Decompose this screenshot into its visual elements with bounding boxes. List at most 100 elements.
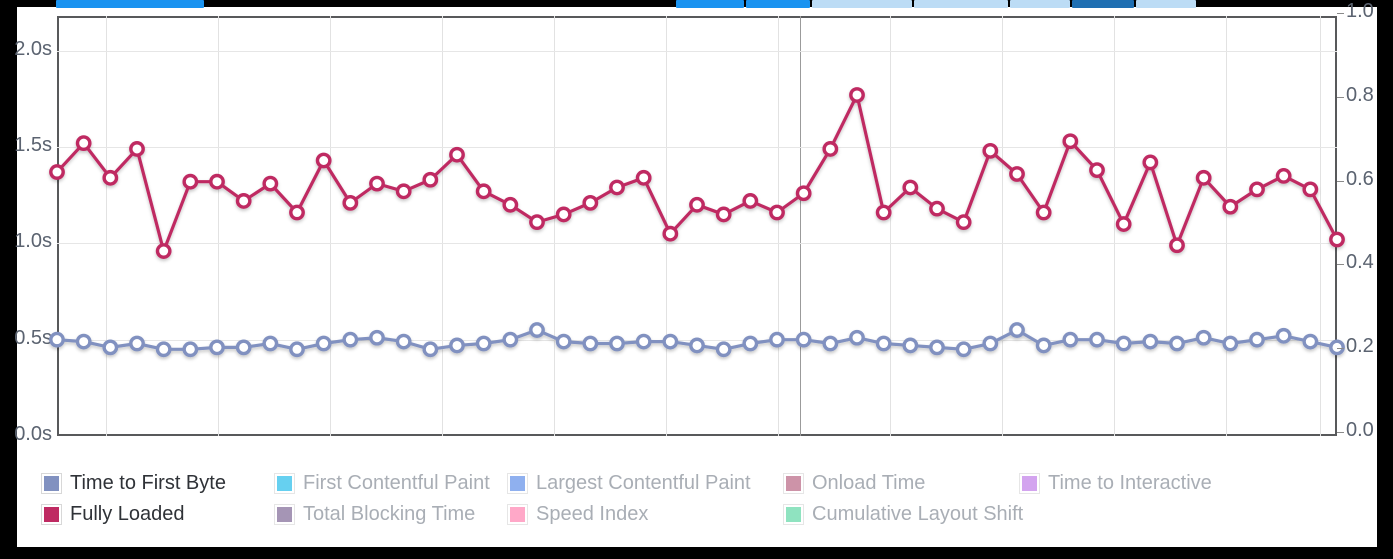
data-point[interactable]: [555, 206, 572, 223]
data-point[interactable]: [582, 335, 599, 352]
data-point[interactable]: [1089, 331, 1105, 348]
data-point[interactable]: [529, 214, 545, 231]
data-point[interactable]: [1249, 181, 1265, 198]
data-point[interactable]: [235, 339, 252, 356]
data-point[interactable]: [982, 142, 999, 159]
data-point[interactable]: [1249, 331, 1265, 348]
data-point[interactable]: [609, 179, 625, 196]
data-point[interactable]: [262, 175, 279, 192]
data-point[interactable]: [1275, 327, 1292, 344]
data-point[interactable]: [1169, 237, 1185, 254]
data-point[interactable]: [635, 333, 652, 350]
legend-item-onload-time[interactable]: Onload Time: [783, 470, 1020, 496]
data-point[interactable]: [662, 225, 679, 242]
data-point[interactable]: [769, 331, 785, 348]
data-point[interactable]: [102, 339, 119, 356]
data-point[interactable]: [1222, 335, 1239, 352]
data-point[interactable]: [1115, 216, 1132, 232]
data-point[interactable]: [849, 329, 865, 346]
data-point[interactable]: [955, 214, 972, 231]
data-point[interactable]: [1142, 333, 1159, 350]
data-point[interactable]: [1115, 335, 1132, 352]
data-point[interactable]: [315, 152, 332, 169]
data-point[interactable]: [742, 193, 759, 209]
data-point[interactable]: [689, 196, 705, 213]
top-range-bar-5[interactable]: [1010, 0, 1070, 8]
legend-item-time-to-interactive[interactable]: Time to Interactive: [1019, 470, 1260, 496]
data-point[interactable]: [209, 339, 225, 356]
data-point[interactable]: [315, 335, 332, 352]
legend-item-time-to-first-byte[interactable]: Time to First Byte: [41, 470, 275, 496]
data-point[interactable]: [49, 331, 65, 348]
data-point[interactable]: [902, 179, 919, 196]
data-point[interactable]: [182, 173, 199, 190]
data-point[interactable]: [1035, 204, 1052, 221]
data-point[interactable]: [715, 206, 732, 223]
data-point[interactable]: [129, 335, 145, 352]
data-point[interactable]: [582, 194, 599, 211]
top-range-bar-4[interactable]: [914, 0, 1008, 8]
legend-item-first-contentful-paint[interactable]: First Contentful Paint: [274, 470, 508, 496]
data-point[interactable]: [475, 183, 492, 200]
data-point[interactable]: [1195, 329, 1212, 346]
data-point[interactable]: [1009, 322, 1025, 338]
data-point[interactable]: [342, 331, 359, 348]
data-point[interactable]: [262, 335, 279, 352]
data-point[interactable]: [342, 194, 359, 211]
data-point[interactable]: [289, 204, 305, 221]
data-point[interactable]: [1062, 133, 1079, 150]
data-point[interactable]: [155, 243, 172, 259]
data-point[interactable]: [209, 173, 225, 190]
data-point[interactable]: [1275, 168, 1292, 184]
data-point[interactable]: [822, 335, 839, 352]
data-point[interactable]: [849, 87, 865, 103]
data-point[interactable]: [529, 322, 545, 338]
data-point[interactable]: [289, 341, 305, 358]
data-point[interactable]: [235, 193, 252, 209]
data-point[interactable]: [1302, 181, 1319, 198]
data-point[interactable]: [822, 141, 839, 157]
data-point[interactable]: [75, 333, 92, 350]
data-point[interactable]: [715, 341, 732, 358]
top-range-bar-7[interactable]: [1136, 0, 1196, 8]
data-point[interactable]: [102, 169, 119, 186]
data-point[interactable]: [742, 335, 759, 352]
data-point[interactable]: [182, 341, 199, 358]
data-point[interactable]: [1089, 162, 1105, 179]
data-point[interactable]: [1302, 333, 1319, 350]
top-range-bar-1[interactable]: [676, 0, 744, 8]
data-point[interactable]: [49, 164, 65, 180]
data-point[interactable]: [1329, 231, 1345, 248]
legend-item-fully-loaded[interactable]: Fully Loaded: [41, 501, 275, 527]
data-point[interactable]: [1062, 331, 1079, 348]
data-point[interactable]: [875, 204, 892, 221]
data-point[interactable]: [449, 146, 465, 163]
data-point[interactable]: [875, 335, 892, 352]
data-point[interactable]: [155, 341, 172, 358]
data-point[interactable]: [1169, 335, 1185, 352]
data-point[interactable]: [689, 337, 705, 354]
data-point[interactable]: [129, 141, 145, 157]
top-range-bar-2[interactable]: [746, 0, 810, 8]
legend-item-total-blocking-time[interactable]: Total Blocking Time: [274, 501, 508, 527]
data-point[interactable]: [422, 171, 439, 188]
data-point[interactable]: [555, 333, 572, 350]
legend-item-largest-contentful-paint[interactable]: Largest Contentful Paint: [507, 470, 784, 496]
data-point[interactable]: [395, 333, 412, 350]
data-point[interactable]: [929, 200, 945, 217]
data-point[interactable]: [635, 169, 652, 186]
data-point[interactable]: [955, 341, 972, 358]
data-point[interactable]: [662, 333, 679, 350]
data-point[interactable]: [449, 337, 465, 354]
data-point[interactable]: [929, 339, 945, 356]
data-point[interactable]: [1142, 154, 1159, 171]
data-point[interactable]: [982, 335, 999, 352]
data-point[interactable]: [502, 331, 519, 348]
data-point[interactable]: [395, 183, 412, 200]
data-point[interactable]: [1035, 337, 1052, 354]
data-point[interactable]: [769, 204, 785, 221]
top-range-bar-3[interactable]: [812, 0, 912, 8]
top-range-bar-0[interactable]: [56, 0, 204, 8]
data-point[interactable]: [1195, 169, 1212, 186]
data-point[interactable]: [795, 185, 812, 202]
